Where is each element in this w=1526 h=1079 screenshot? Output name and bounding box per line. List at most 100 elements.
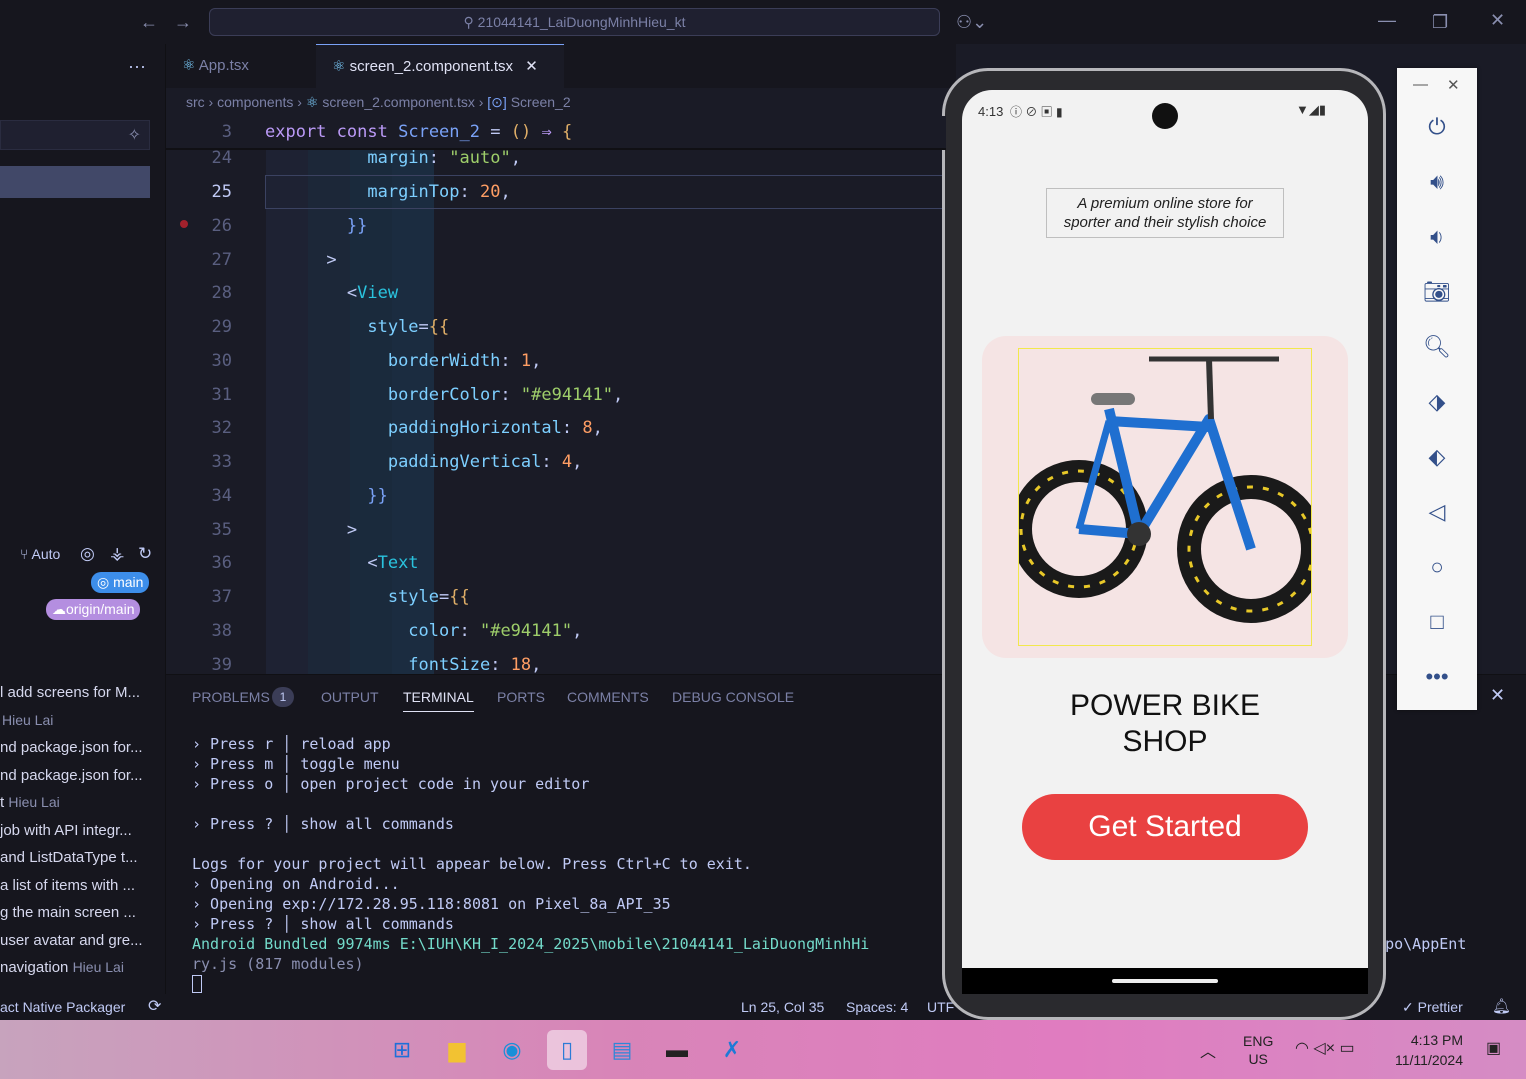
line-number: 39 <box>211 655 232 674</box>
tab-ports[interactable]: PORTS <box>497 689 545 705</box>
react-icon: ⚛ <box>305 94 319 110</box>
indentation[interactable]: Spaces: 4 <box>846 994 908 1020</box>
emulator-app-icon[interactable]: ▯ <box>547 1030 587 1070</box>
cursor-position[interactable]: Ln 25, Col 35 <box>741 994 824 1020</box>
tab-debug-console[interactable]: DEBUG CONSOLE <box>672 689 794 705</box>
terminal-icon[interactable]: ▬ <box>657 1030 697 1070</box>
terminal-line: › Opening on Android... <box>192 875 400 893</box>
edge-icon[interactable]: ◉ <box>492 1030 532 1070</box>
more-icon[interactable]: ••• <box>1397 664 1477 690</box>
start-icon[interactable]: ⊞ <box>382 1030 422 1070</box>
copilot-icon[interactable]: ⚇⌄ <box>956 12 987 32</box>
tab-problems[interactable]: PROBLEMS <box>192 689 270 705</box>
code-editor[interactable]: 3 export const Screen_2 = () ⇒ { 24 marg… <box>166 116 946 674</box>
vscode-icon[interactable]: ✗ <box>712 1030 752 1070</box>
signal-battery-icon: ▼◢▮ <box>1296 102 1327 117</box>
commit-item[interactable]: user avatar and gre... <box>0 932 160 949</box>
branch-auto[interactable]: ⑂ Auto <box>20 546 60 562</box>
minimize-icon[interactable]: — <box>1378 10 1396 30</box>
notepad-icon[interactable]: ▤ <box>602 1030 642 1070</box>
line-number: 24 <box>211 148 232 168</box>
tab-terminal[interactable]: TERMINAL <box>403 689 474 712</box>
more-actions-icon[interactable]: ··· <box>128 56 146 77</box>
rotate-right-icon[interactable]: ⬖ <box>1397 444 1477 470</box>
volume-down-icon[interactable]: 🔉︎ <box>1397 224 1477 250</box>
prettier-status[interactable]: ✓ Prettier <box>1402 994 1463 1020</box>
packager-status[interactable]: act Native Packager <box>0 994 125 1020</box>
phone-screen[interactable]: 4:13 ⓘ ⊘ ▣ ▮ ▼◢▮ A premium online store … <box>962 90 1368 968</box>
commit-message-input[interactable]: ✧ <box>0 120 150 150</box>
editor-tab-bar: ⚛ App.tsx ⚛ screen_2.component.tsx ✕ <box>166 44 956 88</box>
line-number: 34 <box>211 486 232 506</box>
language-indicator[interactable]: ENG US <box>1243 1032 1273 1068</box>
close-icon[interactable]: ✕ <box>1490 10 1505 30</box>
home-icon[interactable]: ○ <box>1397 554 1477 580</box>
sync-icon[interactable]: ⟳ <box>148 994 161 1020</box>
commit-item[interactable]: nd package.json for... <box>0 767 160 784</box>
sparkle-icon[interactable]: ✧ <box>128 125 141 145</box>
shop-title: POWER BIKE SHOP <box>1069 689 1261 758</box>
bell-icon[interactable]: 🔔︎ <box>1492 994 1511 1020</box>
commit-item[interactable]: job with API integr... <box>0 822 160 839</box>
terminal-line: › Press m │ toggle menu <box>192 755 400 773</box>
commit-item[interactable]: g the main screen ... <box>0 904 160 921</box>
close-tab-icon[interactable]: ✕ <box>525 58 538 75</box>
commit-item[interactable]: l add screens for M... <box>0 684 160 701</box>
tab-comments[interactable]: COMMENTS <box>567 689 649 705</box>
zoom-icon[interactable]: 🔍︎ <box>1397 334 1477 360</box>
line-number: 3 <box>221 122 232 142</box>
wifi-volume-battery-icon[interactable]: ◠ ◁× ▭ <box>1295 1038 1355 1058</box>
symbol-icon: [⊙] <box>487 94 507 110</box>
title-bar: ← → ⚲ 21044141_LaiDuongMinhHieu_kt ⚇⌄ — … <box>0 0 1526 44</box>
line-number: 38 <box>211 621 232 641</box>
status-time: 4:13 <box>978 104 1004 119</box>
breadcrumb: src › components › ⚛ screen_2.component.… <box>186 94 571 110</box>
react-icon: ⚛ <box>182 57 196 74</box>
terminal-line: ry.js (817 modules) <box>192 955 364 973</box>
close-icon[interactable]: ✕ <box>1447 76 1460 94</box>
commit-author: Hieu Lai <box>2 712 54 728</box>
get-started-button[interactable]: Get Started <box>1022 794 1308 860</box>
line-number: 33 <box>211 452 232 472</box>
commit-item[interactable]: t Hieu Lai <box>0 794 160 811</box>
overview-icon[interactable]: □ <box>1397 609 1477 635</box>
terminal-cursor[interactable] <box>192 975 202 993</box>
back-icon[interactable]: ◁ <box>1397 499 1477 525</box>
line-number: 27 <box>211 250 232 270</box>
close-panel-icon[interactable]: ✕ <box>1490 685 1505 706</box>
forward-arrow-icon[interactable]: → <box>174 12 192 32</box>
merge-icon[interactable]: ⚶ <box>110 544 124 564</box>
camera-icon[interactable]: 📷︎ <box>1397 279 1477 305</box>
tab-app-tsx[interactable]: ⚛ App.tsx <box>166 44 316 88</box>
target-icon[interactable]: ◎ <box>80 544 95 564</box>
restore-icon[interactable]: ❐ <box>1432 12 1448 32</box>
home-gesture-bar[interactable] <box>1112 979 1218 983</box>
commit-item[interactable]: a list of items with ... <box>0 877 160 894</box>
refresh-icon[interactable]: ↻ <box>138 544 152 564</box>
command-center-search[interactable]: ⚲ 21044141_LaiDuongMinhHieu_kt <box>209 8 940 36</box>
minimize-icon[interactable]: — <box>1413 76 1428 93</box>
commit-item[interactable]: and ListDataType t... <box>0 849 160 866</box>
file-explorer-icon[interactable]: ▆ <box>437 1030 477 1070</box>
rotate-left-icon[interactable]: ⬗ <box>1397 389 1477 415</box>
chevron-up-icon[interactable]: ︿ <box>1200 1038 1216 1062</box>
branch-badge: ◎ main <box>91 572 150 593</box>
commit-button[interactable] <box>0 166 150 198</box>
tab-screen-2[interactable]: ⚛ screen_2.component.tsx ✕ <box>316 44 564 88</box>
back-arrow-icon[interactable]: ← <box>140 12 158 32</box>
commit-item[interactable]: nd package.json for... <box>0 739 160 756</box>
terminal-line: Logs for your project will appear below.… <box>192 855 752 873</box>
tab-output[interactable]: OUTPUT <box>321 689 379 705</box>
bike-image <box>1010 348 1325 646</box>
power-icon[interactable]: ⏻ <box>1397 114 1477 140</box>
react-icon: ⚛ <box>332 58 346 75</box>
commit-item[interactable]: navigation Hieu Lai <box>0 959 160 976</box>
notification-icon[interactable]: ▣ <box>1486 1038 1501 1058</box>
line-number: 25 <box>211 182 232 202</box>
line-number: 35 <box>211 520 232 540</box>
nav-bar <box>962 968 1368 994</box>
volume-up-icon[interactable]: 🔊︎ <box>1397 169 1477 195</box>
line-number: 32 <box>211 418 232 438</box>
clock[interactable]: 4:13 PM 11/11/2024 <box>1395 1030 1463 1070</box>
terminal-line: Android Bundled 9974ms E:\IUH\KH_I_2024_… <box>192 935 870 953</box>
